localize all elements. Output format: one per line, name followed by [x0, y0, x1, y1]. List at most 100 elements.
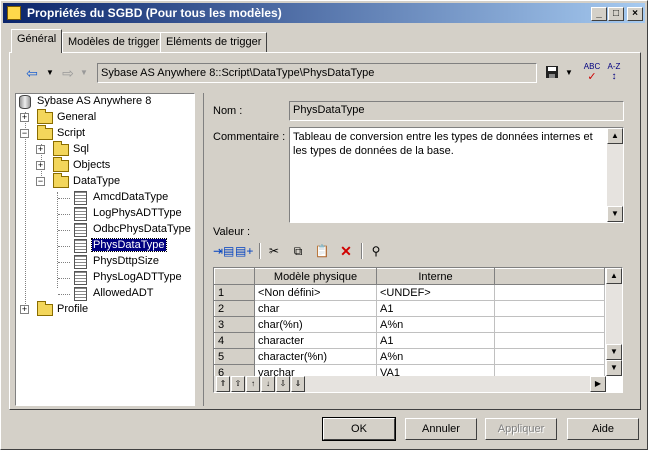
add-row-icon[interactable]: ▤+	[235, 243, 253, 259]
scroll-down-icon[interactable]: ▼	[606, 360, 622, 376]
spell-check-icon[interactable]: ABC ✓	[583, 62, 601, 83]
cut-icon[interactable]: ✂	[265, 243, 283, 259]
cell-internal[interactable]: A1	[376, 300, 495, 317]
tree-node-root[interactable]: Sybase AS Anywhere 8	[18, 94, 188, 110]
cell-internal[interactable]: A%n	[376, 316, 495, 333]
expand-icon[interactable]: +	[20, 113, 29, 122]
move-top-icon[interactable]: ⇑	[216, 376, 230, 392]
tree-node-objects[interactable]: + Objects	[36, 157, 186, 174]
tree-node-amcddatatype[interactable]: AmcdDataType	[74, 190, 194, 206]
move-up-page-icon[interactable]: ⇧	[231, 376, 245, 392]
comment-scrollbar[interactable]: ▲ ▼	[607, 128, 623, 222]
tab-general[interactable]: Général	[11, 29, 63, 53]
tree-view[interactable]: Sybase AS Anywhere 8 + General − Script …	[15, 93, 195, 406]
folder-open-icon	[53, 173, 69, 188]
scroll-right-icon[interactable]: ▶	[590, 376, 606, 392]
tab-trigger-elements[interactable]: Eléments de trigger	[160, 32, 268, 52]
row-number: 3	[214, 316, 255, 333]
collapse-icon[interactable]: −	[20, 129, 29, 138]
table-row[interactable]: 2 char A1	[214, 300, 605, 317]
scroll-down-icon[interactable]: ▼	[606, 344, 622, 360]
cell-internal[interactable]: A%n	[376, 348, 495, 365]
expand-icon[interactable]: +	[36, 161, 45, 170]
expand-icon[interactable]: +	[36, 145, 45, 154]
table-row[interactable]: 4 character A1	[214, 332, 605, 349]
tree-node-label: Profile	[57, 303, 89, 315]
cell-model[interactable]: char	[254, 300, 377, 317]
back-dropdown-icon[interactable]: ▼	[41, 65, 59, 81]
move-bottom-icon[interactable]: ⇓	[291, 376, 305, 392]
cell-model[interactable]: character(%n)	[254, 348, 377, 365]
scroll-up-icon[interactable]: ▲	[607, 128, 623, 144]
expand-icon[interactable]: +	[20, 305, 29, 314]
tree-node-logphysadttype[interactable]: LogPhysADTType	[74, 206, 194, 222]
tree-node-label: LogPhysADTType	[93, 207, 182, 219]
scroll-down-icon[interactable]: ▼	[607, 206, 623, 222]
maximize-button[interactable]: □	[608, 7, 624, 21]
sort-az-icon[interactable]: A-Z ↕	[605, 62, 623, 82]
ok-button[interactable]: OK	[322, 417, 396, 441]
move-down-page-icon[interactable]: ⇩	[276, 376, 290, 392]
tree-node-physdttpsize[interactable]: PhysDttpSize	[74, 254, 194, 270]
title-bar[interactable]: Propriétés du SGBD (Pour tous les modèle…	[3, 3, 645, 23]
tree-node-label: OdbcPhysDataType	[93, 223, 191, 235]
name-label: Nom :	[213, 105, 243, 117]
tree-node-physlogadttype[interactable]: PhysLogADTType	[74, 270, 194, 286]
minimize-button[interactable]: _	[591, 7, 607, 21]
name-field[interactable]: PhysDataType	[289, 101, 624, 121]
column-header-internal[interactable]: Interne	[376, 268, 495, 285]
grid-vertical-scrollbar[interactable]: ▲ ▼ ▼	[606, 268, 622, 376]
row-number: 5	[214, 348, 255, 365]
row-number: 4	[214, 332, 255, 349]
close-button[interactable]: ×	[627, 7, 643, 21]
save-dropdown-icon[interactable]: ▼	[560, 65, 578, 81]
table-row[interactable]: 5 character(%n) A%n	[214, 348, 605, 365]
tree-node-profile[interactable]: + Profile	[20, 301, 190, 318]
tab-trigger-models[interactable]: Modèles de trigger	[62, 32, 166, 52]
value-table: Modèle physique Interne 1 <Non défini> <…	[214, 268, 605, 381]
folder-icon	[37, 301, 53, 316]
table-row[interactable]: 3 char(%n) A%n	[214, 316, 605, 333]
paste-icon[interactable]: 📋	[313, 243, 331, 259]
save-icon[interactable]	[543, 65, 561, 81]
forward-dropdown-icon[interactable]: ▼	[75, 65, 93, 81]
tree-node-label: Objects	[73, 159, 111, 171]
find-binoculars-icon[interactable]: ⚲	[367, 243, 385, 259]
tree-node-sql[interactable]: + Sql	[36, 141, 186, 158]
scroll-up-icon[interactable]: ▲	[606, 268, 622, 284]
apply-button[interactable]: Appliquer	[485, 418, 557, 440]
tree-node-general[interactable]: + General	[20, 109, 190, 126]
tree-node-odbcphysdatatype[interactable]: OdbcPhysDataType	[74, 222, 194, 238]
path-field[interactable]: Sybase AS Anywhere 8::Script\DataType\Ph…	[97, 63, 537, 83]
delete-icon[interactable]: ✕	[337, 243, 355, 259]
copy-icon[interactable]: ⧉	[289, 243, 307, 259]
window-title: Propriétés du SGBD (Pour tous les modèle…	[27, 6, 282, 20]
cell-empty	[494, 316, 605, 333]
tree-node-allowedadt[interactable]: AllowedADT	[74, 286, 194, 302]
back-arrow-icon[interactable]: ⇦	[23, 65, 41, 81]
collapse-icon[interactable]: −	[36, 177, 45, 186]
cancel-button[interactable]: Annuler	[405, 418, 477, 440]
tree-node-label: PhysDataType	[91, 238, 167, 252]
tree-node-physdatatype[interactable]: PhysDataType	[74, 238, 194, 254]
tree-node-script[interactable]: − Script	[20, 125, 190, 142]
comment-field[interactable]: Tableau de conversion entre les types de…	[289, 127, 624, 223]
move-down-icon[interactable]: ↓	[261, 376, 275, 392]
cell-model[interactable]: char(%n)	[254, 316, 377, 333]
move-up-icon[interactable]: ↑	[246, 376, 260, 392]
column-header-model[interactable]: Modèle physique	[254, 268, 377, 285]
cell-internal[interactable]: A1	[376, 332, 495, 349]
tree-node-datatype[interactable]: − DataType	[36, 173, 186, 190]
value-grid[interactable]: Modèle physique Interne 1 <Non défini> <…	[213, 267, 623, 393]
cell-internal[interactable]: <UNDEF>	[376, 284, 495, 301]
insert-row-icon[interactable]: ⇥▤	[213, 243, 234, 259]
document-icon	[74, 271, 87, 285]
cell-model[interactable]: <Non défini>	[254, 284, 377, 301]
help-button[interactable]: Aide	[567, 418, 639, 440]
app-icon	[7, 6, 21, 20]
grid-horizontal-scrollbar[interactable]: ⇑ ⇧ ↑ ↓ ⇩ ⇓ ▶	[214, 376, 606, 392]
tree-node-label: General	[57, 111, 97, 123]
folder-open-icon	[37, 125, 53, 140]
table-row[interactable]: 1 <Non défini> <UNDEF>	[214, 284, 605, 301]
cell-model[interactable]: character	[254, 332, 377, 349]
